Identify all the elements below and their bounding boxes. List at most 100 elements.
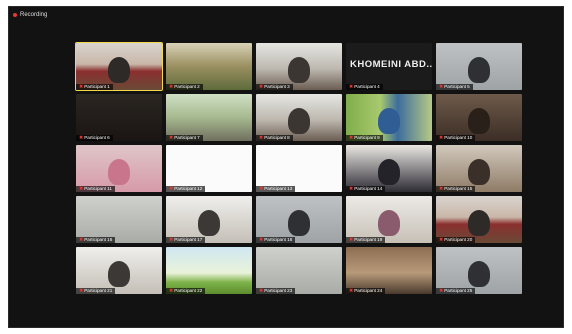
participant-name-label: ✖ Participant 4 <box>346 84 383 90</box>
participant-name: Participant 19 <box>354 237 383 242</box>
participant-tile[interactable]: ✖ Participant 13 <box>256 145 342 192</box>
participant-video <box>76 196 162 243</box>
participant-name-label: ✖ Participant 8 <box>256 135 293 141</box>
participant-name-label: ✖ Participant 18 <box>256 237 296 243</box>
mic-muted-icon: ✖ <box>439 186 444 192</box>
participant-tile[interactable]: ✖ Participant 1 <box>75 42 163 91</box>
participant-silhouette <box>108 159 130 185</box>
participant-silhouette <box>288 108 310 134</box>
participant-tile[interactable]: ✖ Participant 8 <box>256 94 342 141</box>
participant-silhouette <box>468 159 490 185</box>
participant-video <box>166 247 252 294</box>
mic-muted-icon: ✖ <box>169 237 174 243</box>
participant-tile[interactable]: ✖ Participant 10 <box>436 94 522 141</box>
participant-tile[interactable]: ✖ Participant 15 <box>436 145 522 192</box>
participant-tile[interactable]: ✖ Participant 9 <box>346 94 432 141</box>
participant-name: Participant 13 <box>264 186 293 191</box>
participant-name: Participant 8 <box>264 135 290 140</box>
participant-name-label: ✖ Participant 9 <box>346 135 383 141</box>
participant-name: Participant 16 <box>84 237 113 242</box>
participant-name: Participant 1 <box>84 84 110 89</box>
participant-name: Participant 17 <box>174 237 203 242</box>
participant-display-name: KHOMEINI ABD... <box>350 59 432 70</box>
mic-muted-icon: ✖ <box>439 84 444 90</box>
mic-muted-icon: ✖ <box>169 135 174 141</box>
participant-tile[interactable]: ✖ Participant 19 <box>346 196 432 243</box>
participant-silhouette <box>468 210 490 236</box>
mic-muted-icon: ✖ <box>349 135 354 141</box>
participant-tile[interactable]: ✖ Participant 23 <box>256 247 342 294</box>
participant-tile[interactable]: ✖ Participant 16 <box>76 196 162 243</box>
participant-silhouette <box>468 261 490 287</box>
mic-muted-icon: ✖ <box>79 186 84 192</box>
participant-name: Participant 18 <box>264 237 293 242</box>
participant-name-label: ✖ Participant 7 <box>166 135 203 141</box>
participant-tile[interactable]: ✖ Participant 3 <box>256 43 342 90</box>
participant-tile[interactable]: ✖ Participant 6 <box>76 94 162 141</box>
participant-gallery: ✖ Participant 1 ✖ Participant 2 ✖ Participant… <box>75 42 522 294</box>
mic-muted-icon: ✖ <box>439 237 444 243</box>
participant-video <box>166 94 252 141</box>
recording-label: Recording <box>20 12 48 18</box>
participant-name-label: ✖ Participant 14 <box>346 186 386 192</box>
participant-tile[interactable]: ✖ Participant 11 <box>76 145 162 192</box>
participant-name: Participant 3 <box>264 84 290 89</box>
participant-silhouette <box>378 108 400 134</box>
participant-name: Participant 22 <box>174 288 203 293</box>
participant-name: Participant 25 <box>444 288 473 293</box>
mic-muted-icon: ✖ <box>259 288 264 294</box>
participant-tile[interactable]: ✖ Participant 21 <box>76 247 162 294</box>
participant-tile[interactable]: ✖ Participant 5 <box>436 43 522 90</box>
participant-video <box>166 145 252 192</box>
participant-name-label: ✖ Participant 13 <box>256 186 296 192</box>
participant-tile[interactable]: ✖ Participant 17 <box>166 196 252 243</box>
mic-muted-icon: ✖ <box>259 186 264 192</box>
participant-silhouette <box>468 57 490 83</box>
participant-name-label: ✖ Participant 5 <box>436 84 473 90</box>
participant-name: Participant 11 <box>84 186 112 191</box>
participant-name-label: ✖ Participant 16 <box>76 237 116 243</box>
participant-video <box>76 94 162 141</box>
mic-muted-icon: ✖ <box>79 237 84 243</box>
mic-muted-icon: ✖ <box>169 288 174 294</box>
participant-name: Participant 12 <box>174 186 203 191</box>
participant-silhouette <box>108 261 130 287</box>
participant-name: Participant 24 <box>354 288 383 293</box>
recording-indicator: Recording <box>13 12 47 18</box>
participant-name-label: ✖ Participant 6 <box>76 135 113 141</box>
mic-muted-icon: ✖ <box>439 135 444 141</box>
participant-name-label: ✖ Participant 1 <box>76 84 113 90</box>
participant-tile[interactable]: ✖ Participant 2 <box>166 43 252 90</box>
participant-silhouette <box>468 108 490 134</box>
participant-tile[interactable]: ✖ Participant 24 <box>346 247 432 294</box>
participant-name: Participant 9 <box>354 135 380 140</box>
mic-muted-icon: ✖ <box>169 186 174 192</box>
participant-name-label: ✖ Participant 10 <box>436 135 476 141</box>
mic-muted-icon: ✖ <box>349 84 354 90</box>
participant-tile[interactable]: ✖ Participant 25 <box>436 247 522 294</box>
participant-name-label: ✖ Participant 21 <box>76 288 116 294</box>
participant-name-label: ✖ Participant 22 <box>166 288 206 294</box>
participant-name: Participant 23 <box>264 288 293 293</box>
participant-name-label: ✖ Participant 2 <box>166 84 203 90</box>
participant-tile[interactable]: ✖ Participant 14 <box>346 145 432 192</box>
participant-silhouette <box>108 57 130 83</box>
participant-tile[interactable]: KHOMEINI ABD... ✖ Participant 4 <box>346 43 432 90</box>
participant-tile[interactable]: ✖ Participant 20 <box>436 196 522 243</box>
meeting-window: Recording ✖ Participant 1 ✖ Participant 2 ✖ P… <box>8 6 564 328</box>
participant-tile[interactable]: ✖ Participant 7 <box>166 94 252 141</box>
participant-silhouette <box>288 210 310 236</box>
participant-tile[interactable]: ✖ Participant 22 <box>166 247 252 294</box>
participant-tile[interactable]: ✖ Participant 12 <box>166 145 252 192</box>
participant-name: Participant 14 <box>354 186 383 191</box>
mic-muted-icon: ✖ <box>79 135 84 141</box>
mic-muted-icon: ✖ <box>439 288 444 294</box>
participant-silhouette <box>198 210 220 236</box>
participant-tile[interactable]: ✖ Participant 18 <box>256 196 342 243</box>
mic-muted-icon: ✖ <box>259 237 264 243</box>
participant-name-label: ✖ Participant 17 <box>166 237 206 243</box>
mic-muted-icon: ✖ <box>259 84 264 90</box>
participant-name: Participant 7 <box>174 135 200 140</box>
mic-muted-icon: ✖ <box>259 135 264 141</box>
recording-dot-icon <box>13 13 17 17</box>
